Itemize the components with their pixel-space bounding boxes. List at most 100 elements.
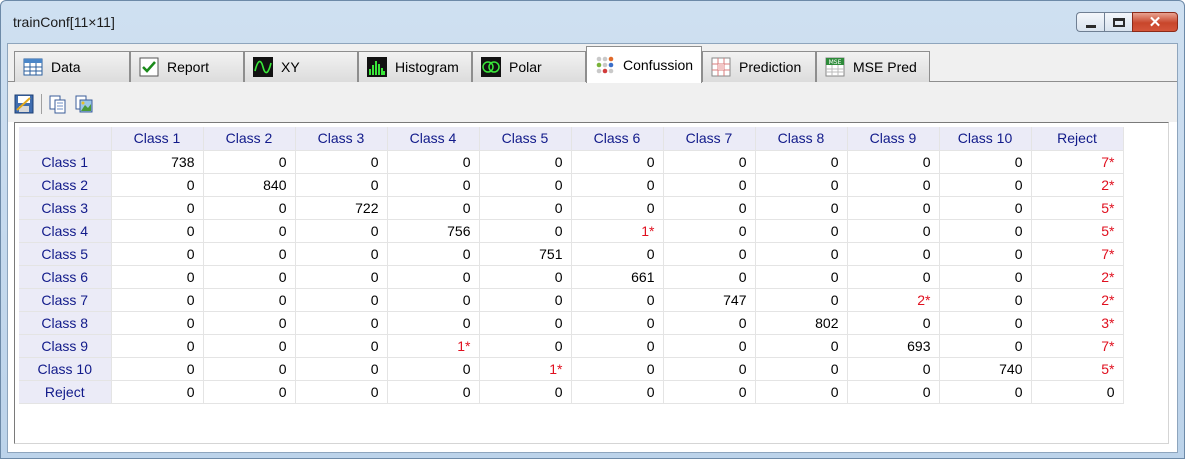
column-header[interactable]: Class 1 <box>111 127 204 151</box>
row-header[interactable]: Class 1 <box>19 150 112 174</box>
column-header[interactable]: Class 4 <box>387 127 480 151</box>
row-header[interactable]: Class 5 <box>19 242 112 266</box>
matrix-cell[interactable]: 0 <box>939 334 1032 358</box>
matrix-cell[interactable]: 0 <box>755 357 848 381</box>
matrix-cell[interactable]: 5* <box>1031 196 1124 220</box>
matrix-cell[interactable]: 7* <box>1031 150 1124 174</box>
matrix-cell[interactable]: 0 <box>571 357 664 381</box>
column-header[interactable]: Class 6 <box>571 127 664 151</box>
matrix-cell[interactable]: 0 <box>479 219 572 243</box>
matrix-cell[interactable]: 0 <box>203 265 296 289</box>
matrix-cell[interactable]: 0 <box>387 288 480 312</box>
matrix-cell[interactable]: 0 <box>295 288 388 312</box>
matrix-cell[interactable]: 0 <box>295 219 388 243</box>
matrix-cell[interactable]: 0 <box>387 196 480 220</box>
matrix-cell[interactable]: 0 <box>203 150 296 174</box>
matrix-cell[interactable]: 0 <box>847 219 940 243</box>
matrix-cell[interactable]: 0 <box>295 311 388 335</box>
tab-histogram[interactable]: Histogram <box>358 51 472 82</box>
matrix-cell[interactable]: 0 <box>847 380 940 404</box>
matrix-cell[interactable]: 0 <box>387 242 480 266</box>
matrix-cell[interactable]: 0 <box>571 242 664 266</box>
matrix-cell[interactable]: 1* <box>571 219 664 243</box>
matrix-cell[interactable]: 7* <box>1031 242 1124 266</box>
copy-button[interactable] <box>48 94 68 114</box>
matrix-cell[interactable]: 0 <box>203 219 296 243</box>
matrix-cell[interactable]: 0 <box>755 334 848 358</box>
matrix-cell[interactable]: 0 <box>847 311 940 335</box>
matrix-cell[interactable]: 738 <box>111 150 204 174</box>
matrix-cell[interactable]: 0 <box>571 380 664 404</box>
row-header[interactable]: Class 2 <box>19 173 112 197</box>
close-button[interactable]: ✕ <box>1132 12 1178 32</box>
matrix-cell[interactable]: 0 <box>111 380 204 404</box>
matrix-cell[interactable]: 0 <box>663 357 756 381</box>
tab-data[interactable]: Data <box>14 51 130 82</box>
matrix-cell[interactable]: 0 <box>387 380 480 404</box>
matrix-cell[interactable]: 0 <box>387 311 480 335</box>
matrix-cell[interactable]: 0 <box>203 311 296 335</box>
matrix-cell[interactable]: 722 <box>295 196 388 220</box>
row-header[interactable]: Class 3 <box>19 196 112 220</box>
row-header[interactable]: Class 6 <box>19 265 112 289</box>
matrix-cell[interactable]: 756 <box>387 219 480 243</box>
matrix-cell[interactable]: 0 <box>847 196 940 220</box>
matrix-cell[interactable]: 0 <box>295 334 388 358</box>
matrix-cell[interactable]: 0 <box>939 242 1032 266</box>
row-header[interactable]: Class 8 <box>19 311 112 335</box>
matrix-cell[interactable]: 661 <box>571 265 664 289</box>
matrix-cell[interactable]: 0 <box>663 380 756 404</box>
column-header[interactable]: Class 5 <box>479 127 572 151</box>
matrix-cell[interactable]: 0 <box>939 173 1032 197</box>
matrix-cell[interactable]: 0 <box>663 334 756 358</box>
confusion-matrix-panel[interactable]: Class 1 Class 2 Class 3 Class 4 Class 5 Class… <box>14 122 1169 444</box>
matrix-cell[interactable]: 0 <box>663 173 756 197</box>
row-header[interactable]: Class 4 <box>19 219 112 243</box>
matrix-cell[interactable]: 0 <box>939 380 1032 404</box>
row-header[interactable]: Class 7 <box>19 288 112 312</box>
matrix-cell[interactable]: 0 <box>847 265 940 289</box>
matrix-cell[interactable]: 0 <box>203 380 296 404</box>
matrix-cell[interactable]: 0 <box>571 150 664 174</box>
matrix-cell[interactable]: 0 <box>111 265 204 289</box>
matrix-cell[interactable]: 840 <box>203 173 296 197</box>
matrix-cell[interactable]: 3* <box>1031 311 1124 335</box>
row-header[interactable]: Reject <box>19 380 112 404</box>
matrix-cell[interactable]: 0 <box>755 150 848 174</box>
matrix-cell[interactable]: 0 <box>479 150 572 174</box>
matrix-cell[interactable]: 0 <box>571 196 664 220</box>
matrix-cell[interactable]: 0 <box>571 173 664 197</box>
matrix-cell[interactable]: 0 <box>755 173 848 197</box>
tab-polar[interactable]: Polar <box>472 51 586 82</box>
matrix-cell[interactable]: 0 <box>111 334 204 358</box>
matrix-cell[interactable]: 0 <box>295 150 388 174</box>
row-header[interactable]: Class 9 <box>19 334 112 358</box>
matrix-cell[interactable]: 2* <box>1031 265 1124 289</box>
matrix-cell[interactable]: 0 <box>847 242 940 266</box>
matrix-cell[interactable]: 0 <box>571 334 664 358</box>
matrix-cell[interactable]: 0 <box>111 311 204 335</box>
matrix-cell[interactable]: 1* <box>479 357 572 381</box>
matrix-cell[interactable]: 693 <box>847 334 940 358</box>
matrix-cell[interactable]: 0 <box>939 196 1032 220</box>
column-header[interactable]: Class 10 <box>939 127 1032 151</box>
matrix-cell[interactable]: 0 <box>939 265 1032 289</box>
matrix-cell[interactable]: 2* <box>1031 173 1124 197</box>
matrix-cell[interactable]: 0 <box>479 380 572 404</box>
matrix-cell[interactable]: 0 <box>387 357 480 381</box>
matrix-cell[interactable]: 0 <box>939 219 1032 243</box>
matrix-cell[interactable]: 0 <box>663 311 756 335</box>
matrix-cell[interactable]: 2* <box>1031 288 1124 312</box>
matrix-cell[interactable]: 0 <box>755 380 848 404</box>
matrix-cell[interactable]: 0 <box>479 334 572 358</box>
matrix-cell[interactable]: 0 <box>387 150 480 174</box>
export-image-button[interactable] <box>74 94 94 114</box>
matrix-cell[interactable]: 802 <box>755 311 848 335</box>
matrix-cell[interactable]: 0 <box>939 311 1032 335</box>
tab-prediction[interactable]: Prediction <box>702 51 816 82</box>
matrix-cell[interactable]: 0 <box>479 173 572 197</box>
matrix-cell[interactable]: 0 <box>847 357 940 381</box>
matrix-cell[interactable]: 0 <box>571 311 664 335</box>
matrix-cell[interactable]: 751 <box>479 242 572 266</box>
matrix-cell[interactable]: 0 <box>663 219 756 243</box>
